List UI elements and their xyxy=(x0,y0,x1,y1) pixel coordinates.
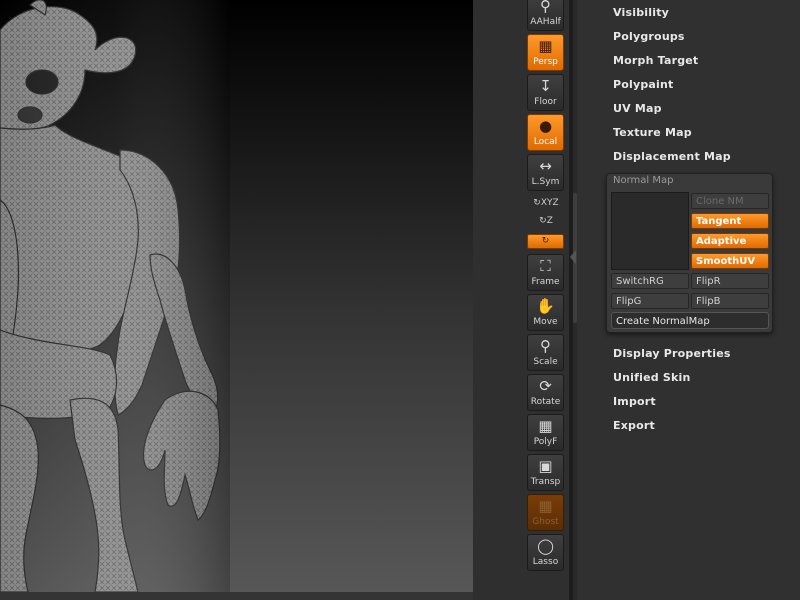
local-icon: ● xyxy=(538,117,553,135)
xyz-label: XYZ xyxy=(540,198,559,208)
create-normalmap-button[interactable]: Create NormalMap xyxy=(611,312,769,329)
floor-label: Floor xyxy=(534,97,557,107)
menu-displacement-map[interactable]: Displacement Map xyxy=(613,150,731,163)
rotate-axis-toggle[interactable]: ↻ xyxy=(527,234,564,249)
rotate-axis-icon: ↻ xyxy=(541,236,550,246)
polyframe-grid-icon: ▦ xyxy=(538,417,553,435)
normal-map-preview[interactable] xyxy=(611,192,689,270)
viewport-bottom-bar xyxy=(0,592,473,600)
lasso-button[interactable]: ◯ Lasso xyxy=(527,534,564,571)
xyz-button[interactable]: ↻XYZ xyxy=(533,196,559,210)
menu-polygroups[interactable]: Polygroups xyxy=(613,30,685,43)
smoothuv-toggle[interactable]: SmoothUV xyxy=(691,253,769,269)
rotate-icon: ⟳ xyxy=(539,377,552,395)
tangent-toggle[interactable]: Tangent xyxy=(691,213,769,229)
perspective-grid-icon: ▦ xyxy=(538,37,553,55)
frame-label: Frame xyxy=(531,277,560,287)
menu-uv-map[interactable]: UV Map xyxy=(613,102,662,115)
hand-icon: ✋ xyxy=(536,297,555,315)
menu-display-properties[interactable]: Display Properties xyxy=(613,347,731,360)
rotate-button[interactable]: ⟳ Rotate xyxy=(527,374,564,411)
scale-button[interactable]: ⚲ Scale xyxy=(527,334,564,371)
sculpted-creature-model xyxy=(0,0,230,592)
frame-button[interactable]: ⛶ Frame xyxy=(527,254,564,291)
persp-label: Persp xyxy=(533,57,558,67)
polyf-label: PolyF xyxy=(533,437,558,447)
rotate-axis-icon: ↻ xyxy=(539,216,547,226)
collapse-arrow-icon[interactable] xyxy=(570,250,576,264)
menu-morph-target[interactable]: Morph Target xyxy=(613,54,698,67)
symmetry-icon: ↔ xyxy=(539,157,552,175)
polyf-button[interactable]: ▦ PolyF xyxy=(527,414,564,451)
floor-button[interactable]: ↧ Floor xyxy=(527,74,564,111)
ghost-icon: ▦ xyxy=(538,497,553,515)
lasso-label: Lasso xyxy=(532,557,559,567)
transp-label: Transp xyxy=(530,477,561,487)
flipg-toggle[interactable]: FlipG xyxy=(611,293,689,309)
menu-export[interactable]: Export xyxy=(613,419,655,432)
switchrg-toggle[interactable]: SwitchRG xyxy=(611,273,689,289)
magnifier-icon: ⚲ xyxy=(540,0,551,15)
clone-nm-button[interactable]: Clone NM xyxy=(691,193,769,209)
canvas-viewport[interactable] xyxy=(0,0,473,592)
transp-button[interactable]: ▣ Transp xyxy=(527,454,564,491)
normal-map-title[interactable]: Normal Map xyxy=(613,175,673,186)
z-label: Z xyxy=(546,216,553,226)
transparency-icon: ▣ xyxy=(538,457,553,475)
aahalf-button[interactable]: ⚲ AAHalf xyxy=(527,0,564,31)
move-button[interactable]: ✋ Move xyxy=(527,294,564,331)
adaptive-toggle[interactable]: Adaptive xyxy=(691,233,769,249)
rotate-axis-icon: ↻ xyxy=(533,198,541,208)
local-button[interactable]: ● Local xyxy=(527,114,564,151)
menu-import[interactable]: Import xyxy=(613,395,656,408)
ghost-label: Ghost xyxy=(532,517,559,527)
persp-button[interactable]: ▦ Persp xyxy=(527,34,564,71)
flipr-toggle[interactable]: FlipR xyxy=(691,273,769,289)
aahalf-label: AAHalf xyxy=(530,17,561,27)
lasso-icon: ◯ xyxy=(537,537,554,555)
menu-texture-map[interactable]: Texture Map xyxy=(613,126,692,139)
menu-visibility[interactable]: Visibility xyxy=(613,6,669,19)
menu-unified-skin[interactable]: Unified Skin xyxy=(613,371,691,384)
flipb-toggle[interactable]: FlipB xyxy=(691,293,769,309)
ghost-button[interactable]: ▦ Ghost xyxy=(527,494,564,531)
frame-icon: ⛶ xyxy=(540,257,551,275)
move-label: Move xyxy=(533,317,558,327)
scale-label: Scale xyxy=(533,357,558,367)
magnifier-icon: ⚲ xyxy=(540,337,551,355)
lsym-button[interactable]: ↔ L.Sym xyxy=(527,154,564,191)
z-axis-button[interactable]: ↻Z xyxy=(533,214,559,228)
lsym-label: L.Sym xyxy=(531,177,560,187)
rotate-label: Rotate xyxy=(530,397,561,407)
floor-icon: ↧ xyxy=(539,77,552,95)
menu-polypaint[interactable]: Polypaint xyxy=(613,78,674,91)
local-label: Local xyxy=(533,137,558,147)
